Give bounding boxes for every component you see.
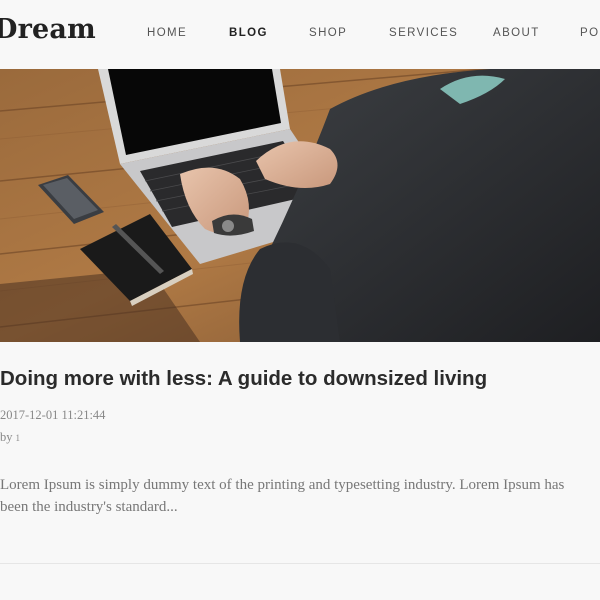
post-featured-image[interactable] <box>0 69 600 342</box>
nav-item-blog[interactable]: BLOG <box>229 27 268 39</box>
post-title[interactable]: Doing more with less: A guide to downsiz… <box>0 367 487 391</box>
nav-item-about[interactable]: ABOUT <box>493 27 540 39</box>
site-header: Dream HOME BLOG SHOP SERVICES ABOUT PO <box>0 0 600 69</box>
post-excerpt-line: been the industry's standard... <box>0 499 178 515</box>
post-date: 2017-12-01 11:21:44 <box>0 408 106 422</box>
nav-item-portfolio[interactable]: PO <box>580 27 599 39</box>
post-excerpt: Lorem Ipsum is simply dummy text of the … <box>0 474 600 518</box>
nav-item-home[interactable]: HOME <box>147 27 187 39</box>
post-author[interactable]: 1 <box>16 433 21 443</box>
post-divider <box>0 563 600 564</box>
post-excerpt-line: Lorem Ipsum is simply dummy text of the … <box>0 477 565 493</box>
by-label: by <box>0 430 13 444</box>
main-nav: HOME BLOG SHOP SERVICES ABOUT PO <box>0 0 600 69</box>
nav-item-shop[interactable]: SHOP <box>309 27 347 39</box>
post-author-line: by 1 <box>0 430 20 445</box>
nav-item-services[interactable]: SERVICES <box>389 27 458 39</box>
laptop-desk-photo-icon <box>0 69 600 342</box>
